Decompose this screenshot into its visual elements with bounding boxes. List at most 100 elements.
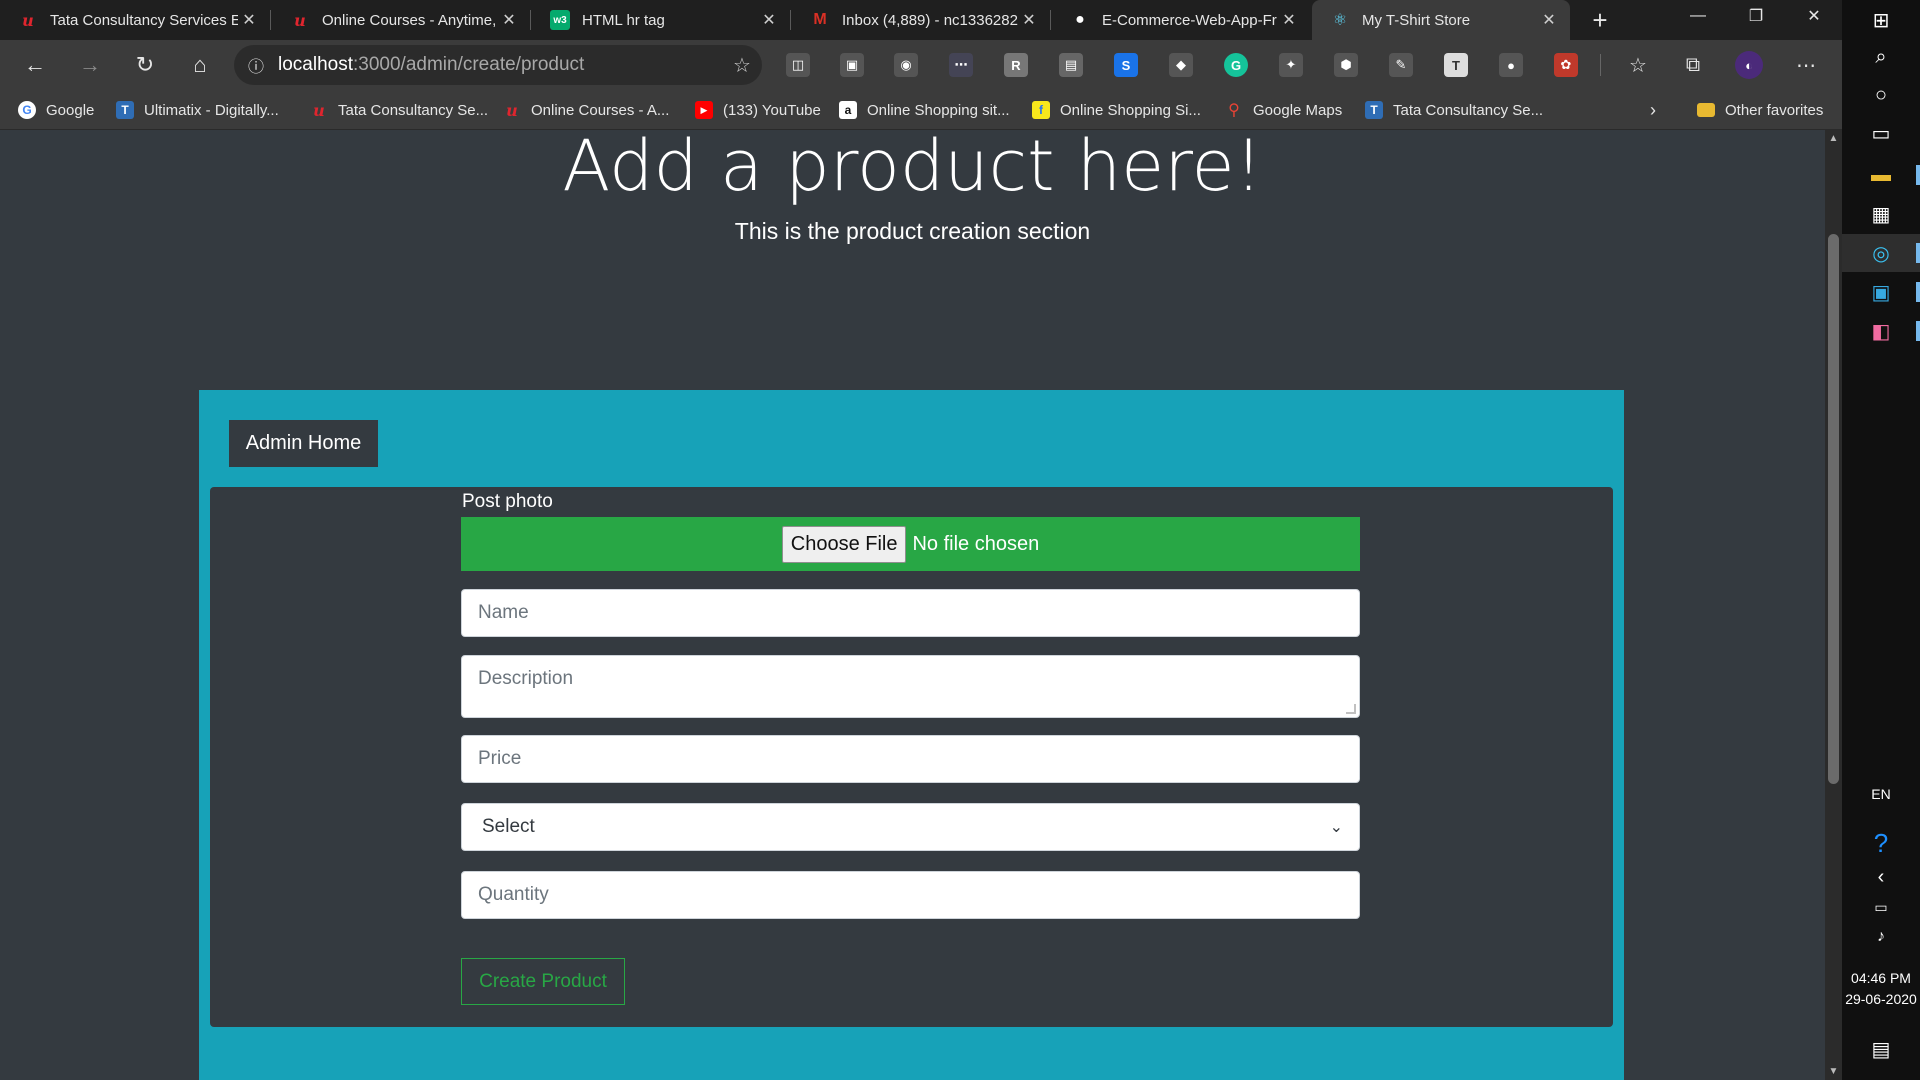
price-input[interactable]: Price [461, 735, 1360, 783]
close-icon[interactable]: ✕ [1018, 10, 1040, 30]
clock[interactable]: 04:46 PM 29-06-2020 [1842, 968, 1920, 1010]
favorite-star-icon[interactable]: ☆ [722, 53, 762, 78]
close-window-button[interactable]: ✕ [1786, 0, 1842, 32]
bookmark-maps[interactable]: ⚲ Google Maps [1225, 90, 1342, 130]
clock-date: 29-06-2020 [1845, 991, 1917, 1007]
new-tab-button[interactable]: + [1580, 0, 1620, 40]
extension-mouse-icon[interactable]: ● [1499, 53, 1523, 77]
extension-r-icon[interactable]: R [1004, 53, 1028, 77]
tab-title: My T-Shirt Store [1362, 11, 1471, 29]
extension-card-icon[interactable]: ▤ [1059, 53, 1083, 77]
ultimatix-icon: u [506, 100, 518, 120]
close-icon[interactable]: ✕ [1538, 10, 1560, 30]
scroll-down-icon[interactable]: ▼ [1825, 1063, 1842, 1080]
edge-icon[interactable]: ◎ [1842, 234, 1920, 272]
forward-button[interactable]: → [72, 47, 108, 83]
bookmark-google[interactable]: G Google [18, 90, 94, 130]
tata-icon: T [116, 101, 134, 119]
flipkart-icon: f [1032, 101, 1050, 119]
bookmark-youtube[interactable]: ▶ (133) YouTube [695, 90, 821, 130]
tab-online-courses[interactable]: u Online Courses - Anytime, ✕ [272, 0, 530, 40]
tab-github[interactable]: ● E-Commerce-Web-App-Fr ✕ [1052, 0, 1310, 40]
url-host: localhost [278, 54, 353, 75]
photo-upload-area[interactable]: Choose File No file chosen [461, 517, 1360, 571]
close-icon[interactable]: ✕ [758, 10, 780, 30]
bookmark-tcs[interactable]: u Tata Consultancy Se... [310, 90, 488, 130]
bookmark-label: Tata Consultancy Se... [338, 101, 489, 119]
address-url[interactable]: localhost:3000/admin/create/product [278, 54, 722, 76]
more-menu-icon[interactable]: ⋯ [1788, 47, 1824, 83]
extension-dots-icon[interactable]: ⋯ [949, 53, 973, 77]
category-select[interactable]: Select ⌄ [461, 803, 1360, 851]
tab-tshirt-store[interactable]: ⚛ My T-Shirt Store ✕ [1312, 0, 1570, 40]
extension-cube-icon[interactable]: ⬢ [1334, 53, 1358, 77]
description-textarea[interactable]: Description [461, 655, 1360, 718]
camera-icon[interactable]: ◉ [894, 53, 918, 77]
file-explorer-icon[interactable]: ▬ [1842, 156, 1920, 194]
tab-html-hr[interactable]: w3 HTML hr tag ✕ [532, 0, 790, 40]
admin-home-button[interactable]: Admin Home [229, 420, 378, 467]
choose-file-button[interactable]: Choose File [781, 525, 907, 563]
collections-icon[interactable]: ⧉ [1675, 47, 1711, 83]
ublock-icon[interactable]: ◆ [1169, 53, 1193, 77]
navigation-bar: ← → ↻ ⌂ ⓘ localhost:3000/admin/create/pr… [0, 40, 1842, 90]
admin-panel: Admin Home Post photo Choose File No fil… [199, 390, 1624, 1080]
task-view-icon[interactable]: ▭ [1842, 114, 1920, 152]
close-icon[interactable]: ✕ [1278, 10, 1300, 30]
extension-pen-icon[interactable]: ✎ [1389, 53, 1413, 77]
bookmark-label: Online Shopping Si... [1060, 101, 1201, 119]
extension-bird-icon[interactable]: ✦ [1279, 53, 1303, 77]
info-icon[interactable]: ⓘ [234, 53, 278, 77]
name-input[interactable]: Name [461, 589, 1360, 637]
folder-icon: ■ [1697, 103, 1715, 117]
home-button[interactable]: ⌂ [182, 47, 218, 83]
bookmark-flipkart[interactable]: f Online Shopping Si... [1032, 90, 1201, 130]
bookmark-amazon[interactable]: a Online Shopping sit... [839, 90, 1010, 130]
page-title: Add a product here! [562, 130, 1263, 207]
url-path: :3000/admin/create/product [353, 54, 585, 75]
page-scrollbar[interactable]: ▲ ▼ [1825, 130, 1842, 1080]
scroll-thumb[interactable] [1828, 234, 1839, 784]
volume-icon[interactable]: ♪ [1842, 918, 1920, 956]
cortana-icon[interactable]: ○ [1842, 76, 1920, 114]
profile-avatar[interactable]: ◐ [1735, 51, 1763, 79]
bookmark-ultimatix[interactable]: T Ultimatix - Digitally... [116, 90, 279, 130]
resize-handle-icon[interactable] [1346, 704, 1356, 714]
favorites-icon[interactable]: ☆ [1620, 47, 1656, 83]
ultimatix-icon: u [313, 100, 325, 120]
minimize-button[interactable]: — [1670, 0, 1726, 32]
scroll-up-icon[interactable]: ▲ [1825, 130, 1842, 147]
webstorm-icon[interactable]: ▣ [1842, 273, 1920, 311]
google-icon: G [18, 101, 36, 119]
language-indicator[interactable]: EN [1842, 786, 1920, 802]
chevron-down-icon: ⌄ [1329, 819, 1343, 836]
search-icon[interactable]: ⌕ [1842, 38, 1920, 76]
calculator-icon[interactable]: ▦ [1842, 195, 1920, 233]
help-icon[interactable]: ? [1842, 824, 1920, 862]
tab-tcs[interactable]: u Tata Consultancy Services E ✕ [0, 0, 270, 40]
address-bar[interactable]: ⓘ localhost:3000/admin/create/product ☆ [234, 45, 762, 85]
tab-gmail[interactable]: M Inbox (4,889) - nc1336282 ✕ [792, 0, 1050, 40]
quantity-input[interactable]: Quantity [461, 871, 1360, 919]
create-product-button[interactable]: Create Product [461, 958, 625, 1005]
refresh-button[interactable]: ↻ [127, 47, 163, 83]
close-icon[interactable]: ✕ [238, 10, 260, 30]
bookmark-online-courses[interactable]: u Online Courses - A... [503, 90, 669, 130]
restore-button[interactable]: ❐ [1728, 0, 1784, 32]
back-button[interactable]: ← [17, 47, 53, 83]
tab-title: HTML hr tag [582, 11, 665, 29]
bookmark-other-favorites[interactable]: ■ Other favorites [1697, 90, 1823, 130]
bookmark-tcs-2[interactable]: T Tata Consultancy Se... [1365, 90, 1543, 130]
grammarly-icon[interactable]: G [1224, 53, 1248, 77]
extension-window-icon[interactable]: ▣ [840, 53, 864, 77]
bookmark-label: Tata Consultancy Se... [1393, 101, 1544, 119]
extension-red-icon[interactable]: ✿ [1554, 53, 1578, 77]
extension-s-icon[interactable]: S [1114, 53, 1138, 77]
extension-t-icon[interactable]: T [1444, 53, 1468, 77]
extension-off-icon[interactable]: ◫ [786, 53, 810, 77]
chevron-right-icon[interactable]: › [1650, 90, 1656, 130]
close-icon[interactable]: ✕ [498, 10, 520, 30]
terminal-icon[interactable]: ◧ [1842, 312, 1920, 350]
notifications-icon[interactable]: ▤ [1842, 1030, 1920, 1068]
windows-start-icon[interactable]: ⊞ [1842, 0, 1920, 40]
